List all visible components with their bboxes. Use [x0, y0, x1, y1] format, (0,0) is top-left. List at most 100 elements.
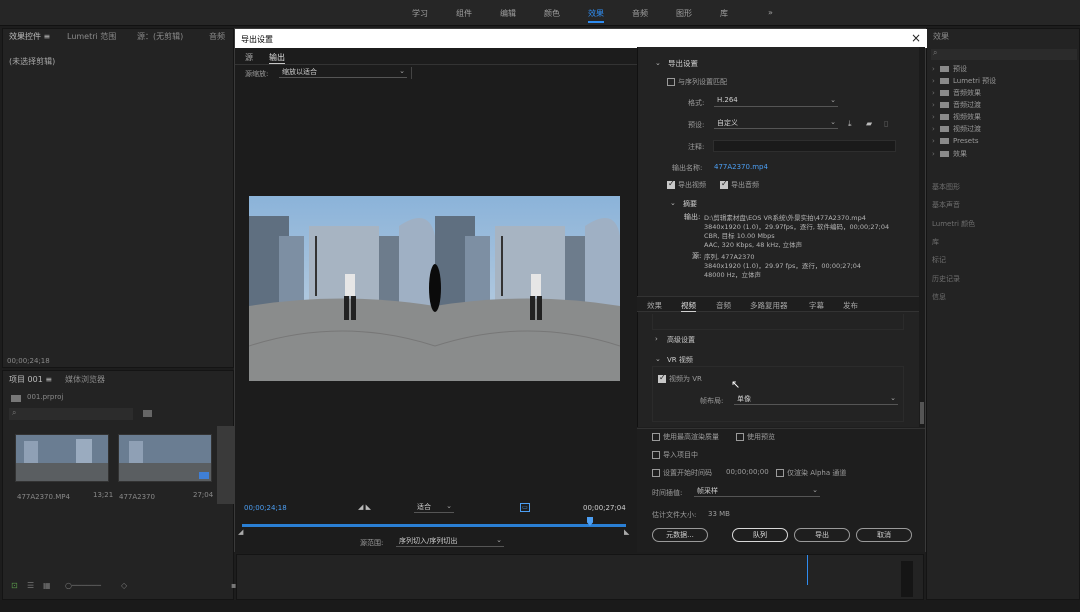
export-settings-header[interactable]: 导出设置 [668, 58, 698, 69]
new-bin-icon[interactable] [143, 410, 152, 417]
preset-select[interactable]: 自定义 ⌄ [714, 118, 838, 129]
save-preset-icon[interactable]: ⤓ [848, 119, 852, 129]
clip-thumbnail-partial[interactable] [217, 426, 235, 504]
format-select[interactable]: H.264 ⌄ [714, 96, 838, 107]
folder-icon [940, 151, 949, 157]
render-alpha-checkbox[interactable] [776, 469, 784, 477]
tab-audio-mixer[interactable]: 音频 [209, 31, 225, 42]
workspace-tab-audio[interactable]: 音频 [632, 8, 648, 19]
queue-button[interactable]: 队列 [732, 528, 788, 542]
import-preset-icon[interactable]: ▰ [866, 119, 872, 128]
chevron-right-icon[interactable]: › [655, 335, 658, 343]
export-button[interactable]: 导出 [794, 528, 850, 542]
output-name-link[interactable]: 477A2370.mp4 [714, 163, 768, 171]
start-timecode-value[interactable]: 00;00;00;00 [726, 468, 769, 476]
effects-search-input[interactable]: ⌕ [931, 48, 1077, 60]
workspace-overflow-button[interactable]: » [768, 8, 773, 17]
effects-tree-item-lumetri-presets[interactable]: › Lumetri 预设 [932, 76, 996, 86]
effects-tree-item-presets-en[interactable]: › Presets [932, 137, 978, 147]
tab-output-preview[interactable]: 输出 [269, 52, 285, 64]
section-lumetri-color[interactable]: Lumetri 颜色 [932, 219, 975, 229]
source-range-select[interactable]: 序列切入/序列切出 ⌄ [396, 536, 504, 547]
workspace-tab-effects[interactable]: 效果 [588, 8, 604, 23]
tab-audio[interactable]: 音频 [716, 300, 731, 311]
icon-view-icon[interactable]: ▦ [43, 581, 51, 590]
cancel-button[interactable]: 取消 [856, 528, 912, 542]
effects-tree-item-audio-effects[interactable]: › 音频效果 [932, 88, 981, 98]
tab-effect-controls[interactable]: 效果控件 ≡ [9, 31, 50, 42]
tab-source[interactable]: 源：(无剪辑) [137, 31, 183, 42]
workspace-tab-learning[interactable]: 学习 [412, 8, 428, 19]
sequence-thumbnail[interactable] [118, 434, 212, 482]
chevron-down-icon[interactable]: ⌄ [670, 199, 676, 207]
effects-tree-item-presets[interactable]: › 预设 [932, 64, 967, 74]
fit-value: 适合 [417, 503, 431, 511]
sort-icon[interactable]: ◇ [121, 581, 127, 590]
max-render-quality-checkbox[interactable] [652, 433, 660, 441]
export-video-checkbox[interactable] [667, 179, 675, 189]
timeline-playhead[interactable] [807, 555, 808, 585]
section-libraries[interactable]: 库 [932, 237, 939, 247]
workspace-tab-graphics[interactable]: 图形 [676, 8, 692, 19]
effects-tree-item-video-transitions[interactable]: › 视频过渡 [932, 124, 981, 134]
tab-effects[interactable]: 效果 [647, 300, 662, 311]
list-view-icon[interactable]: ☰ [27, 581, 34, 590]
close-icon[interactable]: × [909, 31, 923, 45]
section-markers[interactable]: 标记 [932, 255, 946, 265]
mouse-cursor-icon: ↖ [731, 378, 741, 391]
out-point-timecode[interactable]: 00;00;27;04 [583, 504, 626, 512]
set-start-timecode-checkbox[interactable] [652, 469, 660, 477]
tab-project[interactable]: 项目 001 ≡ [9, 374, 52, 385]
workspace-tab-assembly[interactable]: 组件 [456, 8, 472, 19]
lock-icon[interactable]: ⊡ [11, 581, 18, 590]
metadata-button[interactable]: 元数据... [652, 528, 708, 542]
tab-captions[interactable]: 字幕 [809, 300, 824, 311]
section-history[interactable]: 历史记录 [932, 274, 960, 284]
workspace-tab-editing[interactable]: 编辑 [500, 8, 516, 19]
tab-lumetri-scopes[interactable]: Lumetri 范围 [67, 31, 116, 42]
summary-header[interactable]: 摘要 [683, 199, 697, 209]
clip-thumbnail[interactable] [15, 434, 109, 482]
tab-video[interactable]: 视频 [681, 300, 696, 312]
settings-scrollbar[interactable] [919, 47, 925, 427]
folder-icon [940, 90, 949, 96]
source-scaling-select[interactable]: 缩放以适合 ⌄ [279, 67, 407, 78]
effects-tree-item-audio-transitions[interactable]: › 音频过渡 [932, 100, 981, 110]
in-point-handle[interactable]: ◢ [238, 528, 243, 536]
vr-video-header[interactable]: VR 视频 [667, 355, 693, 365]
tab-multiplexer[interactable]: 多路复用器 [750, 300, 788, 311]
project-search-input[interactable]: ⌕ [9, 408, 133, 420]
section-essential-sound[interactable]: 基本声音 [932, 200, 960, 210]
effect-controls-timecode[interactable]: 00;00;24;18 [7, 357, 50, 365]
export-audio-checkbox[interactable] [720, 179, 728, 189]
project-panel: 项目 001 ≡ 媒体浏览器 001.prproj ⌕ 477A2370.MP4… [2, 370, 236, 600]
chevron-down-icon[interactable]: ⌄ [655, 59, 661, 67]
tab-source-preview[interactable]: 源 [245, 52, 253, 63]
match-sequence-checkbox[interactable] [667, 78, 675, 86]
tab-media-browser[interactable]: 媒体浏览器 [65, 374, 105, 385]
delete-preset-icon[interactable]: ▯ [884, 119, 888, 128]
section-essential-graphics[interactable]: 基本图形 [932, 182, 960, 192]
tab-publish[interactable]: 发布 [843, 300, 858, 311]
frame-layout-select[interactable]: 单像 ⌄ [734, 394, 898, 405]
time-interpolation-select[interactable]: 帧采样 ⌄ [694, 486, 820, 497]
video-is-vr-checkbox[interactable] [658, 373, 666, 383]
aspect-ratio-icon[interactable]: ▭ [520, 503, 530, 512]
effects-tree-item-video-effects[interactable]: › 视频效果 [932, 112, 981, 122]
zoom-slider[interactable]: ○────── [65, 581, 101, 590]
workspace-tab-color[interactable]: 颜色 [544, 8, 560, 19]
comment-input[interactable] [713, 140, 896, 152]
advanced-settings-header[interactable]: 高级设置 [667, 335, 695, 345]
workspace-tab-libraries[interactable]: 库 [720, 8, 728, 19]
scrollbar-thumb[interactable] [920, 402, 924, 424]
effects-tree-item-effects[interactable]: › 效果 [932, 149, 967, 159]
in-point-timecode[interactable]: 00;00;24;18 [244, 504, 287, 512]
out-point-handle[interactable]: ◣ [624, 528, 629, 536]
chevron-down-icon[interactable]: ⌄ [655, 355, 661, 363]
fit-select[interactable]: 适合 ⌄ [414, 502, 454, 513]
use-previews-checkbox[interactable] [736, 433, 744, 441]
export-range-bar[interactable] [242, 524, 626, 527]
section-info[interactable]: 信息 [932, 292, 946, 302]
import-into-project-checkbox[interactable] [652, 451, 660, 459]
set-in-point-icon[interactable]: ◢ ◣ [358, 503, 371, 511]
